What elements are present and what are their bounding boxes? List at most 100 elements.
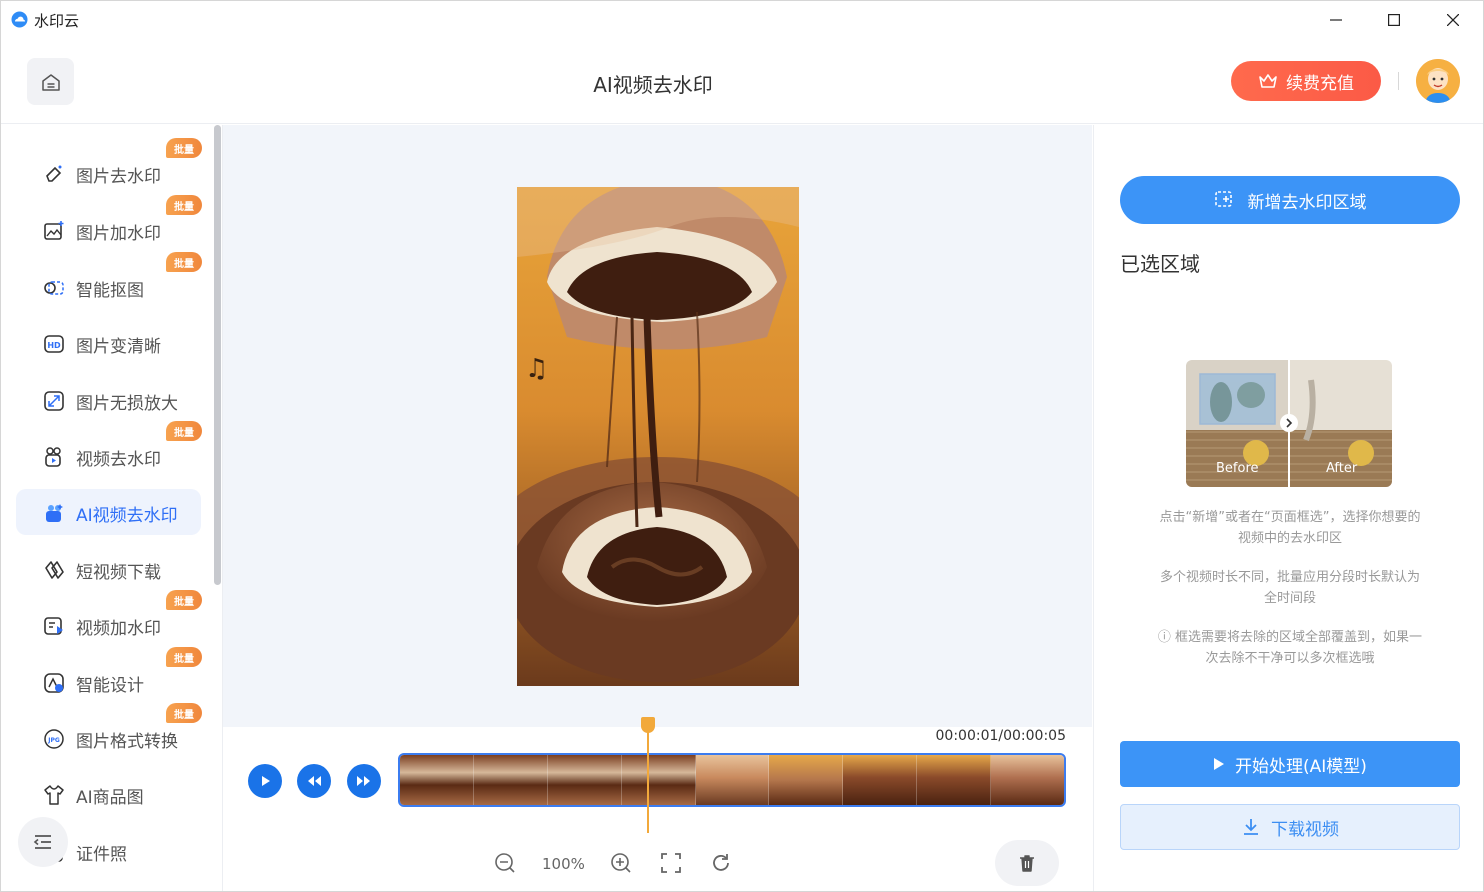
sidebar-item-short-video-download[interactable]: 短视频下载 — [16, 546, 201, 592]
page-title: AI视频去水印 — [593, 73, 713, 97]
renew-recharge-label: 续费充值 — [1286, 73, 1354, 94]
minimize-button[interactable] — [1307, 1, 1365, 39]
ai-video-icon — [46, 504, 63, 522]
sidebar-item-label: 图片去水印 — [76, 167, 161, 187]
sidebar-item-smart-design[interactable]: 智能设计 批量 — [16, 647, 202, 705]
timeline-thumbnail — [769, 755, 844, 805]
time-display: 00:00:01/00:00:05 — [935, 728, 1066, 744]
before-label: Before — [1216, 461, 1259, 476]
fullscreen-icon[interactable] — [659, 851, 683, 875]
fast-forward-icon — [357, 776, 370, 786]
user-avatar[interactable] — [1416, 59, 1460, 103]
sidebar-item-image-sharpen[interactable]: HD 图片变清晰 — [16, 320, 201, 366]
sidebar-item-video-watermark-add[interactable]: 视频加水印 批量 — [16, 590, 202, 648]
playhead-handle[interactable] — [641, 717, 655, 733]
eraser-icon — [46, 165, 62, 182]
delete-button[interactable] — [995, 840, 1059, 886]
design-icon — [44, 673, 64, 693]
link-download-icon — [45, 561, 64, 579]
zoom-level: 100% — [542, 855, 585, 873]
sidebar-item-smart-cutout[interactable]: 智能抠图 批量 — [16, 252, 202, 310]
sidebar-item-label: 智能设计 — [76, 676, 144, 696]
sidebar-item-image-format-convert[interactable]: JPG 图片格式转换 批量 — [16, 703, 202, 761]
timeline-thumbnail — [400, 755, 474, 805]
sidebar-item-label: 智能抠图 — [76, 281, 144, 301]
start-processing-label: 开始处理(AI模型) — [1235, 756, 1367, 777]
sidebar-item-label: 短视频下载 — [76, 563, 161, 583]
jpg-convert-icon: JPG — [44, 729, 64, 749]
reset-icon[interactable] — [709, 851, 733, 875]
download-video-label: 下载视频 — [1271, 819, 1339, 840]
sidebar-scrollbar[interactable] — [214, 125, 221, 585]
timeline-thumbnail — [621, 755, 696, 805]
add-region-icon — [1214, 191, 1232, 207]
sidebar-item-ai-product-image[interactable]: AI商品图 — [16, 771, 201, 817]
sidebar-item-label: 证件照 — [76, 845, 127, 865]
sidebar-item-label: 视频去水印 — [76, 450, 161, 470]
selected-regions-title: 已选区域 — [1120, 252, 1200, 276]
batch-badge: 批量 — [166, 590, 202, 610]
right-panel: 新增去水印区域 已选区域 Before After 点击“新增”或者在“页面框选… — [1093, 125, 1483, 891]
video-preview-area[interactable]: ♫ — [223, 125, 1092, 727]
svg-text:♫: ♫ — [525, 354, 548, 384]
timeline-thumbnail — [695, 755, 770, 805]
app-name: 水印云 — [34, 12, 80, 30]
sidebar-item-label: AI商品图 — [76, 788, 144, 808]
sidebar-item-label: 图片变清晰 — [76, 337, 161, 357]
collapse-menu-button[interactable] — [18, 817, 68, 867]
sidebar-item-image-enlarge[interactable]: 图片无损放大 — [16, 377, 201, 423]
add-watermark-region-button[interactable]: 新增去水印区域 — [1120, 176, 1460, 224]
before-after-example: Before After — [1186, 360, 1392, 487]
sidebar-item-ai-video-watermark-remove[interactable]: AI视频去水印 — [16, 489, 201, 535]
play-icon — [1214, 758, 1225, 770]
sidebar: 图片去水印 批量 图片加水印 批量 智能抠图 批量 HD 图片变清晰 图片无损放… — [1, 125, 223, 891]
video-clean-icon — [45, 447, 61, 467]
timeline-area: 00:00:01/00:00:05 100% — [223, 717, 1092, 891]
batch-badge: 批量 — [166, 252, 202, 272]
zoom-out-icon[interactable] — [493, 851, 517, 875]
trash-icon — [1020, 855, 1034, 872]
cutout-icon — [44, 281, 64, 295]
timeline-thumbnail — [473, 755, 548, 805]
download-icon — [1244, 819, 1258, 835]
batch-badge: 批量 — [166, 195, 202, 215]
avatar-icon — [1416, 59, 1460, 103]
video-preview[interactable]: ♫ — [517, 187, 799, 686]
play-button[interactable] — [248, 764, 282, 798]
download-video-button[interactable]: 下载视频 — [1120, 804, 1460, 850]
tip-add-region: 点击“新增”或者在“页面框选”，选择你想要的视频中的去水印区 — [1159, 510, 1421, 546]
hd-icon: HD — [44, 335, 64, 353]
batch-badge: 批量 — [166, 647, 202, 667]
fast-forward-button[interactable] — [347, 764, 381, 798]
close-icon — [1447, 14, 1459, 26]
video-add-icon — [44, 617, 63, 635]
sidebar-item-label: 图片格式转换 — [76, 732, 178, 752]
renew-recharge-button[interactable]: 续费充值 — [1231, 61, 1381, 101]
playhead-line[interactable] — [647, 717, 649, 833]
image-add-icon — [44, 221, 64, 240]
start-processing-button[interactable]: 开始处理(AI模型) — [1120, 741, 1460, 787]
timeline-track[interactable] — [398, 753, 1066, 807]
tip-batch-duration: 多个视频时长不同，批量应用分段时长默认为全时间段 — [1159, 570, 1420, 606]
zoom-in-icon[interactable] — [609, 851, 633, 875]
batch-badge: 批量 — [166, 421, 202, 441]
app-logo-icon — [11, 11, 28, 28]
timeline-thumbnail — [843, 755, 918, 805]
header: AI视频去水印 续费充值 — [1, 39, 1483, 124]
sidebar-item-label: 图片加水印 — [76, 224, 161, 244]
sidebar-item-label: AI视频去水印 — [76, 506, 178, 526]
sidebar-item-video-watermark-remove[interactable]: 视频去水印 批量 — [16, 421, 202, 479]
rewind-button[interactable] — [297, 764, 331, 798]
close-button[interactable] — [1424, 1, 1482, 39]
enlarge-icon — [44, 391, 64, 411]
sidebar-item-image-watermark-add[interactable]: 图片加水印 批量 — [16, 195, 202, 253]
tip-cover-area: ⓘ 框选需要将去除的区域全部覆盖到，如果一次去除不干净可以多次框选哦 — [1157, 630, 1423, 666]
play-icon — [262, 776, 270, 786]
svg-text:JPG: JPG — [47, 737, 60, 744]
timeline-thumbnail — [991, 755, 1064, 805]
video-frame-image: ♫ — [517, 187, 799, 686]
sidebar-item-image-watermark-remove[interactable]: 图片去水印 批量 — [16, 138, 202, 196]
svg-text:HD: HD — [47, 341, 61, 350]
maximize-button[interactable] — [1365, 1, 1423, 39]
batch-badge: 批量 — [166, 703, 202, 723]
